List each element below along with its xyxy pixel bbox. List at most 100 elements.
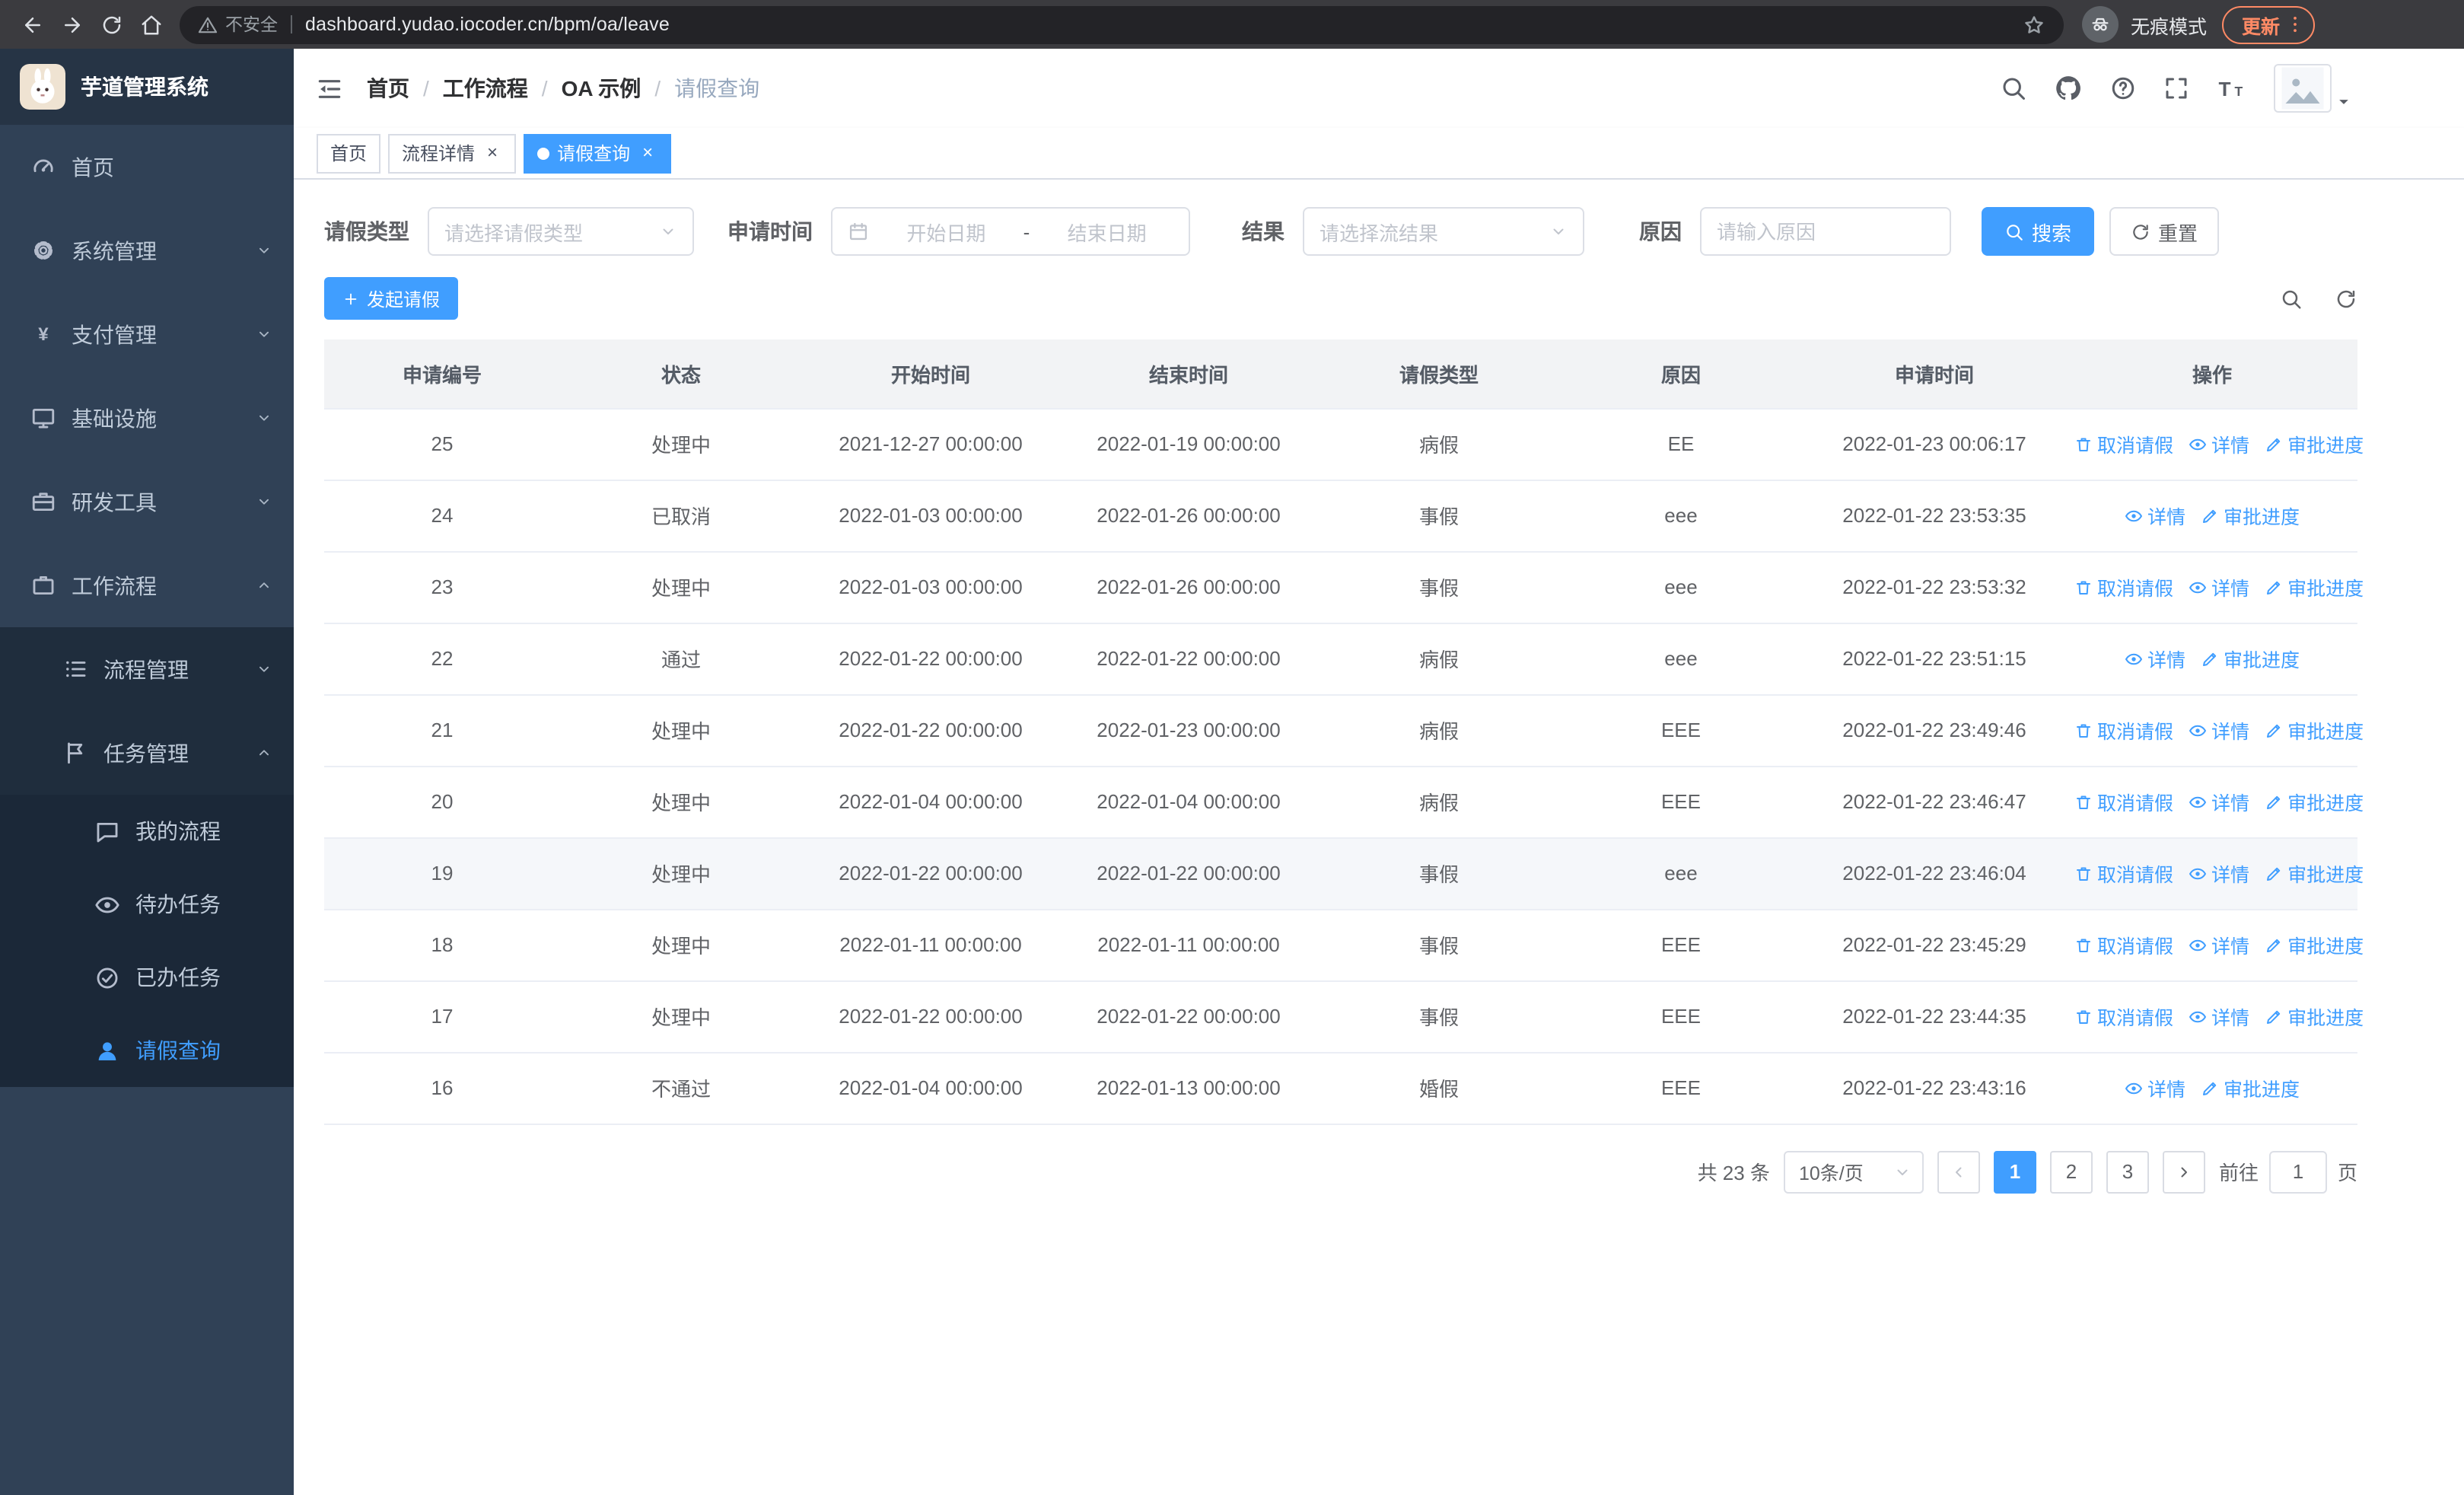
browser-menu-icon[interactable]: [2284, 14, 2306, 35]
table-cell: 事假: [1318, 837, 1560, 910]
cancel-leave-link[interactable]: 取消请假: [2074, 429, 2173, 458]
detail-link[interactable]: 详情: [2189, 572, 2249, 601]
sidebar-item-devtools[interactable]: 研发工具: [0, 460, 294, 543]
cancel-leave-link[interactable]: 取消请假: [2074, 1002, 2173, 1031]
eye-icon: [2125, 1079, 2143, 1097]
sidebar-item-infra[interactable]: 基础设施: [0, 376, 294, 460]
sidebar-item-done-tasks[interactable]: 已办任务: [0, 941, 294, 1014]
page-button-2[interactable]: 2: [2049, 1150, 2093, 1193]
cancel-leave-link[interactable]: 取消请假: [2074, 716, 2173, 744]
detail-link[interactable]: 详情: [2189, 930, 2249, 959]
sidebar-item-home[interactable]: 首页: [0, 125, 294, 209]
address-bar[interactable]: 不安全 dashboard.yudao.iocoder.cn/bpm/oa/le…: [180, 5, 2064, 43]
fullscreen-icon[interactable]: [2163, 75, 2190, 102]
table-row: 25 处理中 2021-12-27 00:00:00 2022-01-19 00:00…: [324, 408, 2364, 480]
approval-progress-link[interactable]: 审批进度: [2265, 859, 2364, 888]
detail-link[interactable]: 详情: [2189, 1002, 2249, 1031]
browser-home-button[interactable]: [131, 5, 170, 44]
detail-link[interactable]: 详情: [2125, 644, 2185, 673]
tab-首页[interactable]: 首页: [317, 133, 381, 173]
chevron-down-icon: [256, 661, 272, 677]
sidebar-item-process-mgmt[interactable]: 流程管理: [0, 627, 294, 711]
sidebar-menu: 首页 系统管理 ¥ 支付管理 基础设施 研发工具 工作流程 流程管理 任务管理 我的流程 待办任务已…: [0, 125, 294, 1087]
detail-link[interactable]: 详情: [2189, 429, 2249, 458]
prev-page-button[interactable]: [1937, 1150, 1980, 1193]
svg-text:¥: ¥: [38, 324, 49, 345]
apply-time-range-picker[interactable]: 开始日期 - 结束日期: [831, 207, 1190, 256]
tab-流程详情[interactable]: 流程详情 ×: [388, 133, 517, 173]
approval-progress-link[interactable]: 审批进度: [2265, 572, 2364, 601]
approval-progress-link[interactable]: 审批进度: [2265, 429, 2364, 458]
sidebar-collapse-icon[interactable]: [315, 74, 344, 103]
refresh-table-icon[interactable]: [2335, 287, 2357, 310]
tab-请假查询[interactable]: 请假查询 ×: [524, 133, 672, 173]
detail-link[interactable]: 详情: [2125, 501, 2185, 530]
header-search-icon[interactable]: [2000, 75, 2027, 102]
detail-link[interactable]: 详情: [2189, 716, 2249, 744]
table-cell: 2022-01-26 00:00:00: [1059, 551, 1318, 623]
close-tab-icon[interactable]: ×: [482, 143, 502, 163]
page-button-1[interactable]: 1: [1993, 1150, 2036, 1193]
cancel-leave-link[interactable]: 取消请假: [2074, 930, 2173, 959]
reset-button[interactable]: 重置: [2109, 207, 2220, 256]
sidebar-item-system[interactable]: 系统管理: [0, 209, 294, 292]
approval-progress-link[interactable]: 审批进度: [2265, 716, 2364, 744]
page-size-select[interactable]: 10条/页: [1783, 1150, 1924, 1193]
approval-progress-link[interactable]: 审批进度: [2201, 644, 2300, 673]
browser-forward-button[interactable]: [52, 5, 91, 44]
close-tab-icon[interactable]: ×: [638, 143, 657, 163]
table-cell: 处理中: [560, 408, 802, 480]
detail-link[interactable]: 详情: [2189, 787, 2249, 816]
app-logo[interactable]: 芋道管理系统: [0, 49, 294, 125]
user-menu[interactable]: [2274, 64, 2351, 113]
table-cell: 处理中: [560, 837, 802, 910]
approval-progress-link[interactable]: 审批进度: [2265, 787, 2364, 816]
breadcrumb-item[interactable]: 首页: [367, 73, 409, 104]
sidebar-item-task-mgmt[interactable]: 任务管理: [0, 711, 294, 795]
sidebar-item-workflow[interactable]: 工作流程: [0, 543, 294, 627]
bookmark-star-icon[interactable]: [2023, 13, 2045, 36]
font-size-icon[interactable]: TT: [2216, 72, 2248, 104]
approval-progress-link[interactable]: 审批进度: [2201, 501, 2300, 530]
approval-progress-link[interactable]: 审批进度: [2265, 1002, 2364, 1031]
result-select[interactable]: 请选择流结果: [1303, 207, 1584, 256]
toggle-search-icon[interactable]: [2280, 287, 2303, 310]
github-icon[interactable]: [2053, 73, 2084, 104]
approval-progress-link[interactable]: 审批进度: [2265, 930, 2364, 959]
edit-icon: [2201, 1079, 2219, 1097]
help-icon[interactable]: [2109, 75, 2137, 102]
table-cell: 16: [324, 1052, 560, 1124]
sidebar-item-my-process[interactable]: 我的流程: [0, 795, 294, 868]
breadcrumb-item[interactable]: 工作流程: [443, 73, 528, 104]
browser-back-button[interactable]: [12, 5, 52, 44]
search-button[interactable]: 搜索: [1982, 207, 2095, 256]
sidebar-item-todo-tasks[interactable]: 待办任务: [0, 868, 294, 941]
sidebar-item-payment[interactable]: ¥ 支付管理: [0, 292, 294, 376]
next-page-button[interactable]: [2162, 1150, 2205, 1193]
detail-link[interactable]: 详情: [2189, 859, 2249, 888]
browser-update-button[interactable]: 更新: [2222, 5, 2316, 43]
yen-icon: ¥: [30, 321, 56, 347]
goto-page-input[interactable]: [2268, 1150, 2327, 1193]
cancel-leave-link[interactable]: 取消请假: [2074, 572, 2173, 601]
browser-refresh-button[interactable]: [91, 5, 131, 44]
cancel-leave-link[interactable]: 取消请假: [2074, 787, 2173, 816]
reason-input[interactable]: [1700, 207, 1951, 256]
edit-icon: [2265, 936, 2283, 954]
leave-type-select[interactable]: 请选择请假类型: [428, 207, 694, 256]
detail-link[interactable]: 详情: [2125, 1073, 2185, 1102]
goto-label: 前往: [2218, 1162, 2259, 1184]
gauge-icon: [30, 154, 56, 180]
page-button-3[interactable]: 3: [2106, 1150, 2149, 1193]
create-leave-button[interactable]: 发起请假: [324, 277, 459, 320]
sidebar-item-leave-query[interactable]: 请假查询: [0, 1014, 294, 1087]
breadcrumb-item[interactable]: OA 示例: [562, 73, 641, 104]
security-status[interactable]: 不安全: [198, 12, 278, 37]
approval-progress-link[interactable]: 审批进度: [2201, 1073, 2300, 1102]
cancel-leave-link[interactable]: 取消请假: [2074, 859, 2173, 888]
table-cell: 2022-01-13 00:00:00: [1059, 1052, 1318, 1124]
topbar-actions: TT: [2000, 64, 2351, 113]
filter-leave-type: 请假类型 请选择请假类型: [324, 207, 694, 256]
sidebar-item-label: 已办任务: [135, 965, 221, 990]
trash-icon: [2074, 578, 2093, 596]
